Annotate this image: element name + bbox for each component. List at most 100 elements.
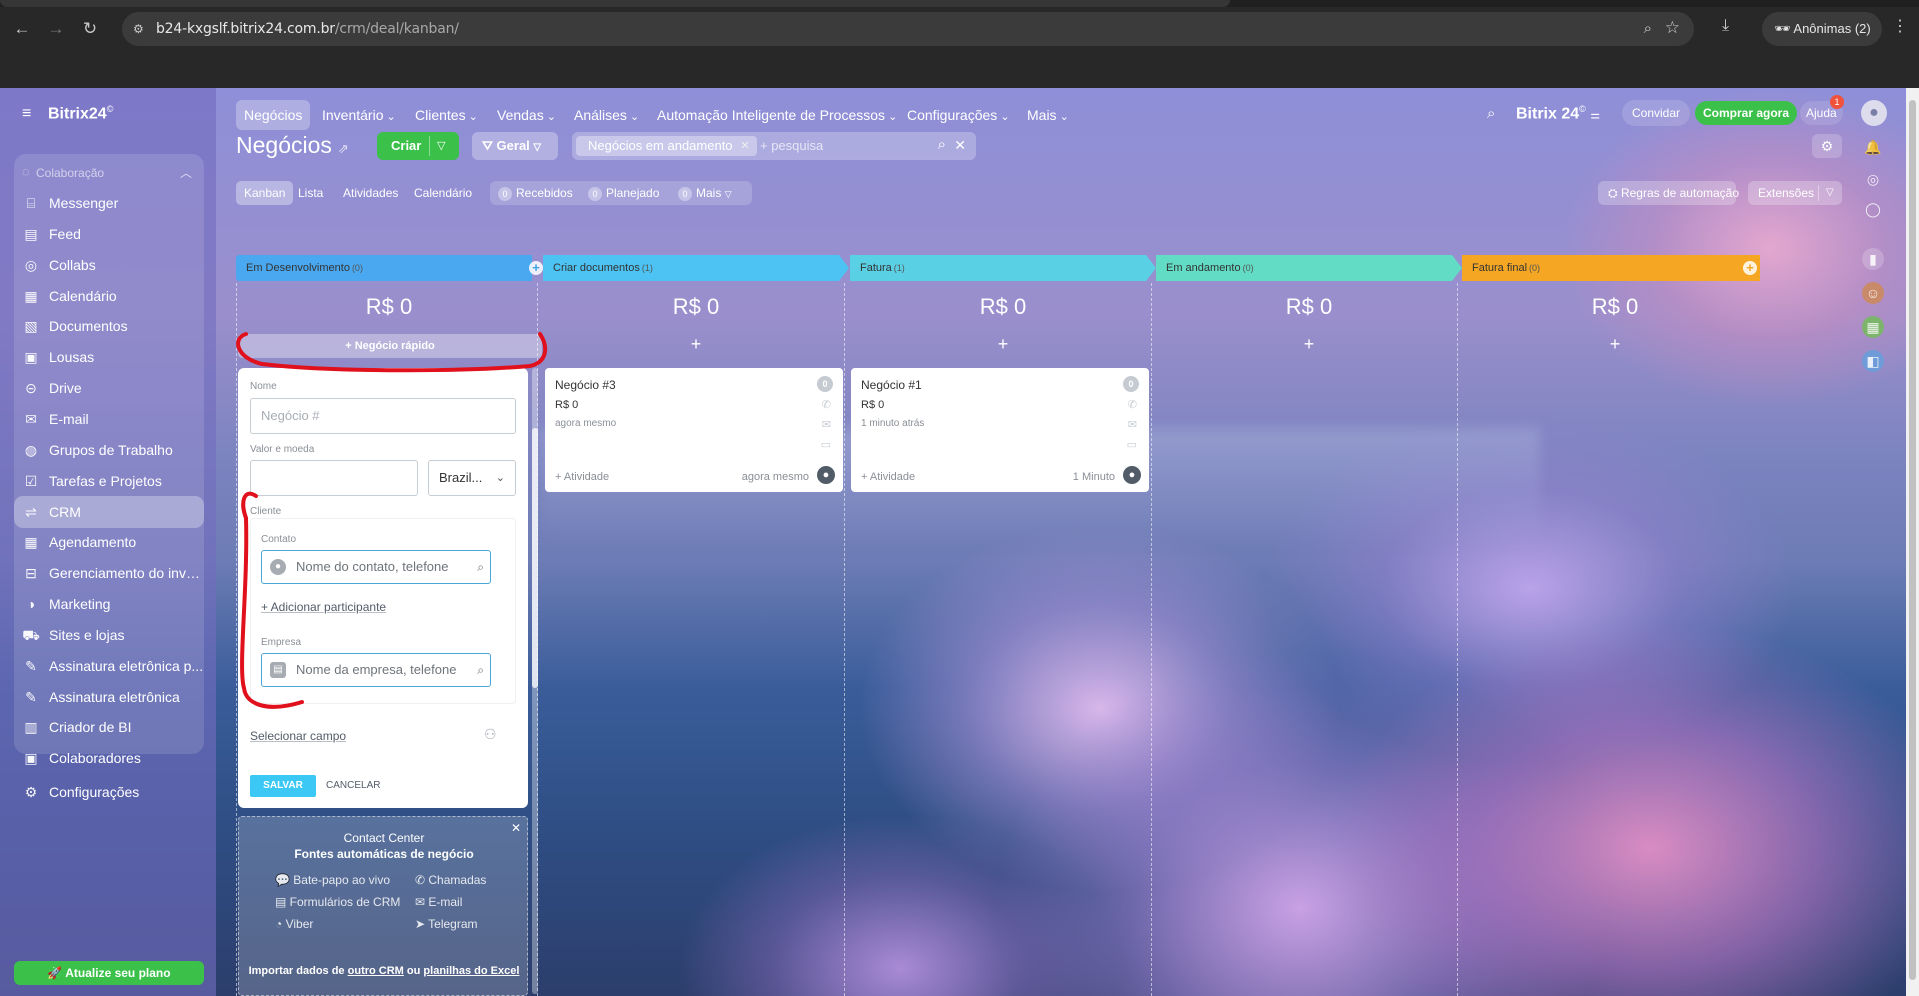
topnav-item-negocios[interactable]: Negócios: [236, 100, 311, 130]
currency-select[interactable]: Brazil... ⌄: [428, 460, 516, 496]
deal-card[interactable]: Negócio #3 0 R$ 0 agora mesmo ✆ ✉ ▭ + Atividade…: [545, 368, 843, 492]
column-header[interactable]: Em andamento (0): [1156, 255, 1462, 281]
page-scrollbar[interactable]: [1906, 88, 1919, 996]
add-activity-link[interactable]: + Atividade: [555, 471, 609, 483]
select-field-link[interactable]: Selecionar campo: [250, 729, 346, 743]
bookmark-icon[interactable]: ▮: [1862, 248, 1884, 270]
sidebar-item-drive[interactable]: ⊝ Drive: [14, 372, 204, 404]
contact-search-input[interactable]: ● Nome do contato, telefone ⌕: [261, 550, 491, 584]
email-item[interactable]: ✉ E-mail: [415, 895, 462, 909]
quick-deal-button[interactable]: + Negócio rápido: [238, 334, 542, 358]
mail-icon[interactable]: ✉: [1128, 418, 1137, 431]
add-column-icon[interactable]: +: [529, 261, 543, 275]
upgrade-plan-button[interactable]: 🚀 Atualize seu plano: [14, 961, 204, 985]
sidebar-item-calend-rio[interactable]: ▦ Calendário: [14, 280, 204, 312]
add-deal-icon[interactable]: +: [1462, 334, 1768, 355]
topnav-item-analises[interactable]: Análises ⌄: [574, 100, 639, 130]
target-icon[interactable]: ◎: [1862, 168, 1884, 190]
sidebar-item-sites-e-lojas[interactable]: ⛟ Sites e lojas: [14, 619, 204, 651]
topnav-item-configuracoes[interactable]: Configurações ⌄: [907, 100, 1010, 130]
sidebar-item-messenger[interactable]: ⌸ Messenger: [14, 187, 204, 219]
filter-search-bar[interactable]: Negócios em andamento ✕ + pesquisa ⌕ ✕: [572, 132, 976, 160]
column-header[interactable]: Em Desenvolvimento (0): [236, 255, 532, 281]
buy-now-button[interactable]: Comprar agora: [1695, 101, 1798, 125]
column-header[interactable]: Fatura (1): [850, 255, 1156, 281]
company-search-input[interactable]: ▤ Nome da empresa, telefone ⌕: [261, 653, 491, 687]
counter-planned[interactable]: 0 Planejado: [588, 181, 659, 205]
sidebar-item-e-mail[interactable]: ✉ E-mail: [14, 403, 204, 435]
forward-icon[interactable]: →: [44, 17, 68, 41]
site-info-icon[interactable]: ⚙: [133, 21, 149, 37]
group-chat-avatar[interactable]: ▦: [1862, 316, 1884, 338]
chat-icon[interactable]: ▭: [821, 438, 831, 451]
incognito-indicator[interactable]: 🕶 Anônimas (2): [1762, 12, 1882, 46]
bookmark-star-icon[interactable]: ☆: [1665, 18, 1680, 38]
telegram-item[interactable]: ➤ Telegram: [415, 917, 478, 931]
back-icon[interactable]: ←: [10, 17, 34, 41]
filter-tag[interactable]: Negócios em andamento ✕: [576, 136, 757, 156]
search-icon[interactable]: ⌕: [938, 136, 946, 153]
save-button[interactable]: SALVAR: [250, 775, 316, 797]
pin-icon[interactable]: ⇗: [338, 141, 349, 156]
live-chat-item[interactable]: 💬 Bate-papo ao vivo: [275, 873, 390, 887]
sidebar-group-title[interactable]: Colaboração: [36, 166, 104, 180]
add-participant-link[interactable]: + Adicionar participante: [261, 600, 386, 614]
column-header[interactable]: Fatura final (0): [1462, 255, 1760, 281]
topnav-item-mais[interactable]: Mais ⌄: [1027, 100, 1069, 130]
automation-rules-button[interactable]: ⛭ Regras de automação: [1598, 181, 1739, 205]
other-crm-link[interactable]: outro CRM: [348, 965, 404, 977]
sidebar-item-assinatura-eletr-nica-p[interactable]: ✎ Assinatura eletrônica p...: [14, 650, 204, 682]
sidebar-header[interactable]: ≡ Bitrix24©: [22, 104, 113, 128]
sidebar-item-grupos-de-trabalho[interactable]: ◍ Grupos de Trabalho: [14, 434, 204, 466]
sidebar-item-colaboradores[interactable]: ▣ Colaboradores: [14, 742, 204, 774]
user-photo-avatar[interactable]: ☺: [1862, 282, 1884, 304]
view-activities[interactable]: Atividades: [335, 181, 406, 205]
deal-title[interactable]: Negócio #1: [861, 378, 922, 392]
chevron-down-icon[interactable]: ▽: [437, 132, 445, 160]
phone-icon[interactable]: ✆: [822, 398, 831, 411]
support-chat-avatar[interactable]: ◧: [1862, 350, 1884, 372]
crm-forms-item[interactable]: ▤ Formulários de CRM: [275, 895, 400, 909]
remove-filter-icon[interactable]: ✕: [740, 136, 749, 156]
deal-value-input[interactable]: [250, 460, 418, 496]
settings-gear-button[interactable]: ⚙: [1812, 134, 1842, 158]
add-deal-icon[interactable]: +: [1156, 334, 1462, 355]
add-activity-link[interactable]: + Atividade: [861, 471, 915, 483]
notification-bell-icon[interactable]: 🔔: [1862, 136, 1884, 158]
counter-received[interactable]: 0 Recebidos: [498, 181, 573, 205]
search-placeholder[interactable]: + pesquisa: [760, 138, 823, 153]
calls-item[interactable]: ✆ Chamadas: [415, 873, 486, 887]
address-bar[interactable]: ⚙ b24-kxgslf.bitrix24.com.br/crm/deal/ka…: [122, 12, 1694, 46]
search-icon[interactable]: ⌕: [1487, 105, 1495, 122]
add-column-icon[interactable]: +: [1743, 261, 1757, 275]
search-icon[interactable]: ⌕: [477, 551, 484, 583]
sidebar-item-documentos[interactable]: ▧ Documentos: [14, 310, 204, 342]
menu-burger-icon[interactable]: ≡: [22, 105, 40, 123]
sidebar-item-marketing[interactable]: ◑ Marketing: [14, 588, 204, 620]
sidebar-item-feed[interactable]: ▤ Feed: [14, 218, 204, 250]
deal-title[interactable]: Negócio #3: [555, 378, 616, 392]
view-calendar[interactable]: Calendário: [406, 181, 480, 205]
responsible-avatar[interactable]: ●: [1123, 466, 1141, 484]
topnav-item-automacao-inteligente-de-processos[interactable]: Automação Inteligente de Processos ⌄: [657, 100, 897, 130]
chat-icon[interactable]: ▭: [1127, 438, 1137, 451]
reload-icon[interactable]: ↻: [78, 17, 102, 41]
theme-icon[interactable]: ⚌: [1590, 109, 1600, 121]
sidebar-item-assinatura-eletr-nica[interactable]: ✎ Assinatura eletrônica: [14, 681, 204, 713]
extensions-button[interactable]: Extensões ▽: [1748, 181, 1842, 205]
download-icon[interactable]: ⤓: [1722, 17, 1729, 35]
topnav-item-clientes[interactable]: Clientes ⌄: [415, 100, 478, 130]
responsible-avatar[interactable]: ●: [817, 466, 835, 484]
browser-menu-icon[interactable]: ⋮: [1892, 16, 1908, 36]
add-deal-icon[interactable]: +: [543, 334, 849, 355]
excel-link[interactable]: planilhas do Excel: [423, 965, 519, 977]
cancel-button[interactable]: CANCELAR: [326, 775, 380, 797]
create-button[interactable]: Criar ▽: [377, 132, 459, 160]
sidebar-item-configura-es[interactable]: ⚙ Configurações: [14, 776, 204, 808]
user-avatar[interactable]: ●: [1861, 100, 1887, 126]
sidebar-item-agendamento[interactable]: ▦ Agendamento: [14, 526, 204, 558]
people-settings-icon[interactable]: ⚇: [484, 726, 497, 743]
chevron-down-icon[interactable]: ▽: [1826, 181, 1834, 205]
zoom-icon[interactable]: ⌕: [1644, 20, 1652, 37]
phone-icon[interactable]: ✆: [1128, 398, 1137, 411]
